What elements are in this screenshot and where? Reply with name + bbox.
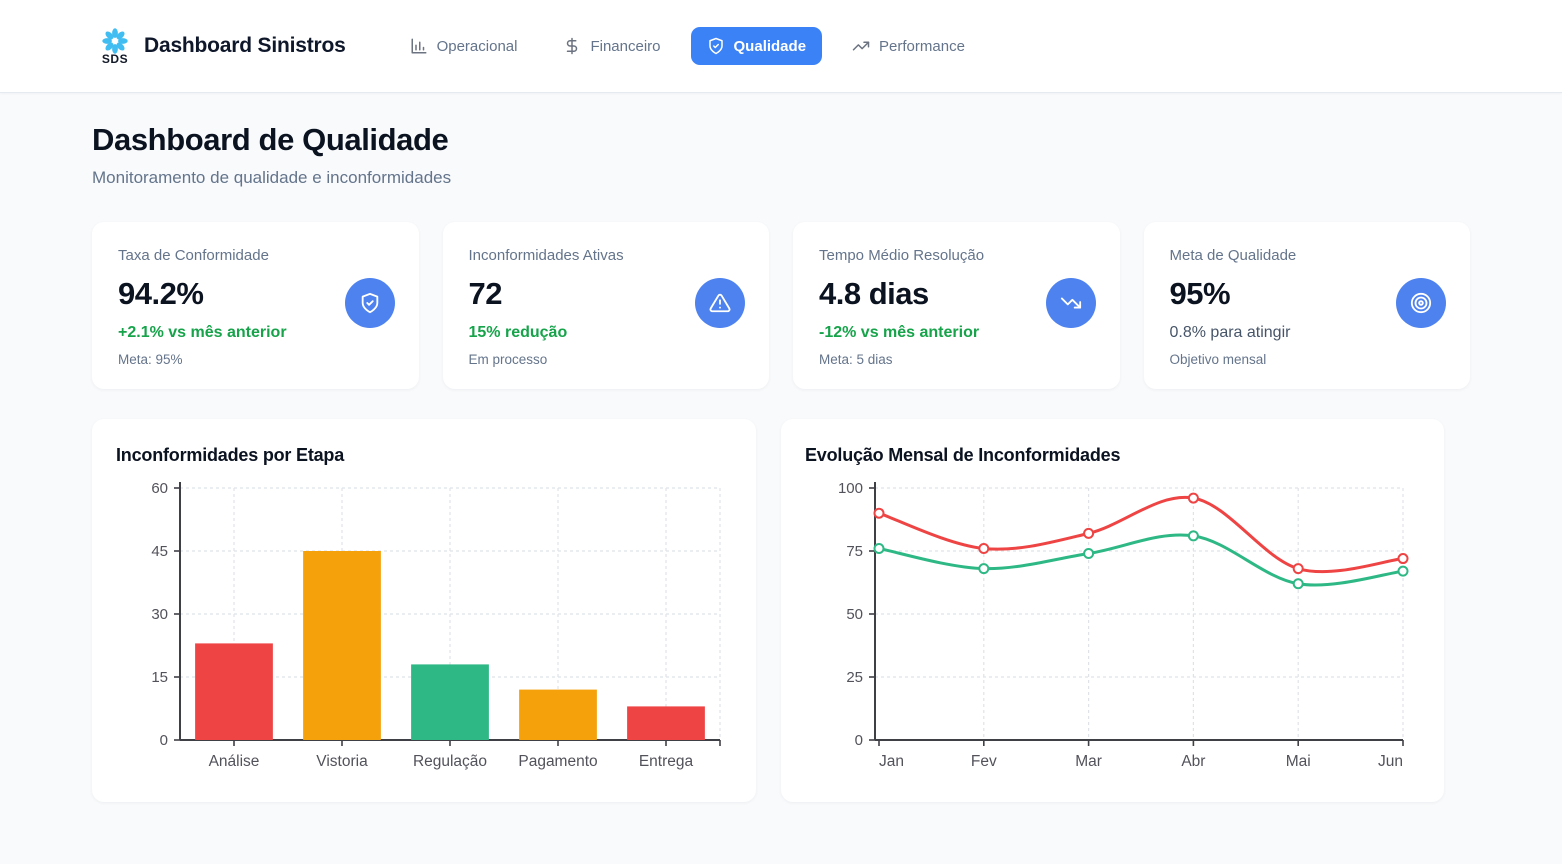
- kpi-card-tempo-medio-resolucao: Tempo Médio Resolução 4.8 dias -12% vs m…: [793, 222, 1120, 389]
- logo-text: SDS: [102, 53, 128, 65]
- nav-tab-performance[interactable]: Performance: [836, 27, 981, 65]
- line-chart-title: Evolução Mensal de Inconformidades: [805, 445, 1420, 466]
- kpi-card-inconformidades-ativas: Inconformidades Ativas 72 15% redução Em…: [443, 222, 770, 389]
- svg-text:50: 50: [846, 606, 863, 623]
- svg-text:Mar: Mar: [1075, 753, 1102, 770]
- svg-text:Análise: Análise: [209, 753, 260, 770]
- nav-tab-financeiro[interactable]: Financeiro: [547, 27, 676, 65]
- bar-chart-title: Inconformidades por Etapa: [116, 445, 732, 466]
- page-title: Dashboard de Qualidade: [92, 122, 1470, 158]
- svg-text:Abr: Abr: [1181, 753, 1205, 770]
- kpi-label: Taxa de Conformidade: [118, 247, 393, 264]
- trending-up-icon: [852, 37, 870, 55]
- kpi-sub: Meta: 95%: [118, 352, 393, 367]
- svg-text:Jun: Jun: [1378, 753, 1403, 770]
- app-title: Dashboard Sinistros: [144, 34, 346, 58]
- target-icon: [1410, 292, 1432, 314]
- app-logo: SDS: [100, 27, 130, 65]
- kpi-icon-circle: [1046, 278, 1096, 328]
- nav-label: Qualidade: [734, 38, 807, 55]
- kpi-sub: Meta: 5 dias: [819, 352, 1094, 367]
- svg-text:25: 25: [846, 669, 863, 686]
- kpi-label: Inconformidades Ativas: [469, 247, 744, 264]
- pinwheel-logo-icon: [100, 27, 130, 55]
- page-subtitle: Monitoramento de qualidade e inconformid…: [92, 168, 1470, 188]
- bar-chart-card: Inconformidades por Etapa 0 15 30 45 60 Análi…: [92, 419, 756, 802]
- svg-text:Regulação: Regulação: [413, 753, 487, 770]
- kpi-row: Taxa de Conformidade 94.2% +2.1% vs mês …: [92, 222, 1470, 389]
- svg-text:Pagamento: Pagamento: [518, 753, 597, 770]
- kpi-icon-circle: [345, 278, 395, 328]
- kpi-trend: -12% vs mês anterior: [819, 324, 1094, 342]
- svg-text:30: 30: [151, 606, 168, 623]
- line-chart-canvas[interactable]: 0 25 50 75 100 Jan Fev Mar Abr Mai Jun: [805, 472, 1420, 780]
- svg-text:75: 75: [846, 543, 863, 560]
- kpi-trend: 0.8% para atingir: [1170, 324, 1445, 342]
- kpi-sub: Objetivo mensal: [1170, 352, 1445, 367]
- main-nav: Operacional Financeiro Qualidade Perform…: [394, 27, 981, 65]
- svg-text:100: 100: [838, 480, 863, 497]
- app-header: SDS Dashboard Sinistros Operacional Fina…: [0, 0, 1562, 93]
- trending-down-icon: [1060, 292, 1082, 314]
- kpi-trend: 15% redução: [469, 324, 744, 342]
- kpi-sub: Em processo: [469, 352, 744, 367]
- nav-label: Financeiro: [590, 38, 660, 55]
- svg-text:15: 15: [151, 669, 168, 686]
- bar-chart-icon: [410, 37, 428, 55]
- alert-triangle-icon: [709, 292, 731, 314]
- svg-text:Fev: Fev: [971, 753, 997, 770]
- bar-chart-canvas[interactable]: 0 15 30 45 60 Análise Vistoria Regulação Pagamen…: [116, 472, 732, 780]
- svg-text:Mai: Mai: [1286, 753, 1311, 770]
- svg-text:Vistoria: Vistoria: [316, 753, 368, 770]
- shield-check-icon: [359, 292, 381, 314]
- kpi-icon-circle: [1396, 278, 1446, 328]
- kpi-card-meta-qualidade: Meta de Qualidade 95% 0.8% para atingir …: [1144, 222, 1471, 389]
- shield-check-icon: [707, 37, 725, 55]
- kpi-icon-circle: [695, 278, 745, 328]
- nav-label: Operacional: [437, 38, 518, 55]
- nav-tab-qualidade[interactable]: Qualidade: [691, 27, 823, 65]
- page-content: Dashboard de Qualidade Monitoramento de …: [0, 93, 1562, 802]
- dollar-icon: [563, 37, 581, 55]
- line-chart-card: Evolução Mensal de Inconformidades 0 25 50…: [781, 419, 1444, 802]
- svg-text:0: 0: [855, 732, 863, 749]
- nav-tab-operacional[interactable]: Operacional: [394, 27, 534, 65]
- kpi-label: Meta de Qualidade: [1170, 247, 1445, 264]
- charts-row: Inconformidades por Etapa 0 15 30 45 60 Análi…: [92, 419, 1470, 802]
- kpi-card-taxa-conformidade: Taxa de Conformidade 94.2% +2.1% vs mês …: [92, 222, 419, 389]
- nav-label: Performance: [879, 38, 965, 55]
- brand: SDS Dashboard Sinistros: [100, 27, 346, 65]
- svg-text:45: 45: [151, 543, 168, 560]
- kpi-label: Tempo Médio Resolução: [819, 247, 1094, 264]
- svg-text:0: 0: [160, 732, 168, 749]
- svg-text:Entrega: Entrega: [639, 753, 694, 770]
- kpi-trend: +2.1% vs mês anterior: [118, 324, 393, 342]
- svg-text:60: 60: [151, 480, 168, 497]
- svg-text:Jan: Jan: [879, 753, 904, 770]
